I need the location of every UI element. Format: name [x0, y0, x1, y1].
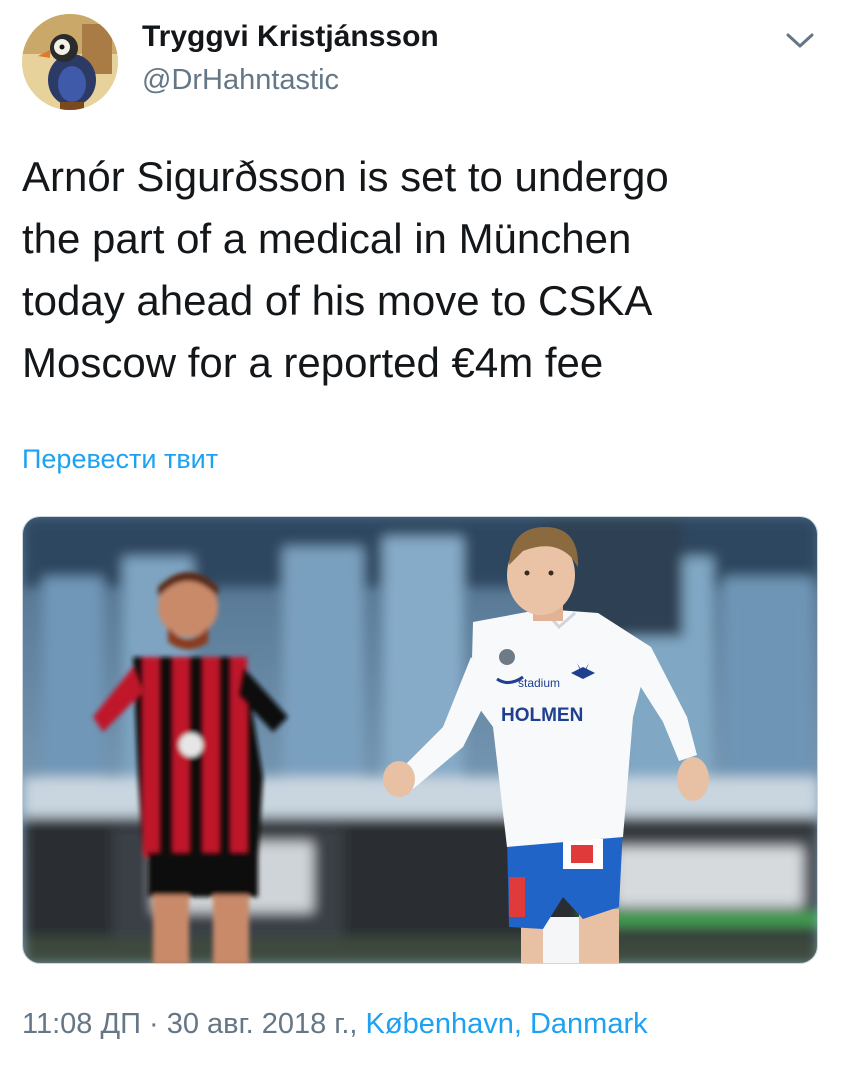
tweet-meta: 11:08 ДП · 30 авг. 2018 г., København, D…	[22, 1008, 648, 1041]
chevron-down-icon[interactable]	[780, 26, 820, 54]
author-display-name[interactable]: Tryggvi Kristjánsson	[142, 20, 439, 54]
translate-tweet-link[interactable]: Перевести твит	[22, 444, 218, 475]
tweet-card: Tryggvi Kristjánsson @DrHahntastic Arnór…	[0, 0, 841, 1080]
tweet-location-link[interactable]: København, Danmark	[366, 1008, 648, 1040]
avatar[interactable]	[22, 14, 118, 110]
jersey-sponsor: HOLMEN	[501, 705, 583, 726]
football-match-photo: stadium HOLMEN	[23, 517, 817, 963]
jersey-text: stadium	[518, 676, 560, 690]
tweet-text: Arnór Sigurðsson is set to undergo the p…	[22, 153, 669, 386]
author-handle[interactable]: @DrHahntastic	[142, 64, 339, 97]
puffin-avatar-image	[22, 14, 118, 110]
tweet-timestamp[interactable]: 11:08 ДП · 30 авг. 2018 г.,	[22, 1008, 366, 1040]
tweet-media-photo[interactable]: stadium HOLMEN	[22, 516, 818, 964]
